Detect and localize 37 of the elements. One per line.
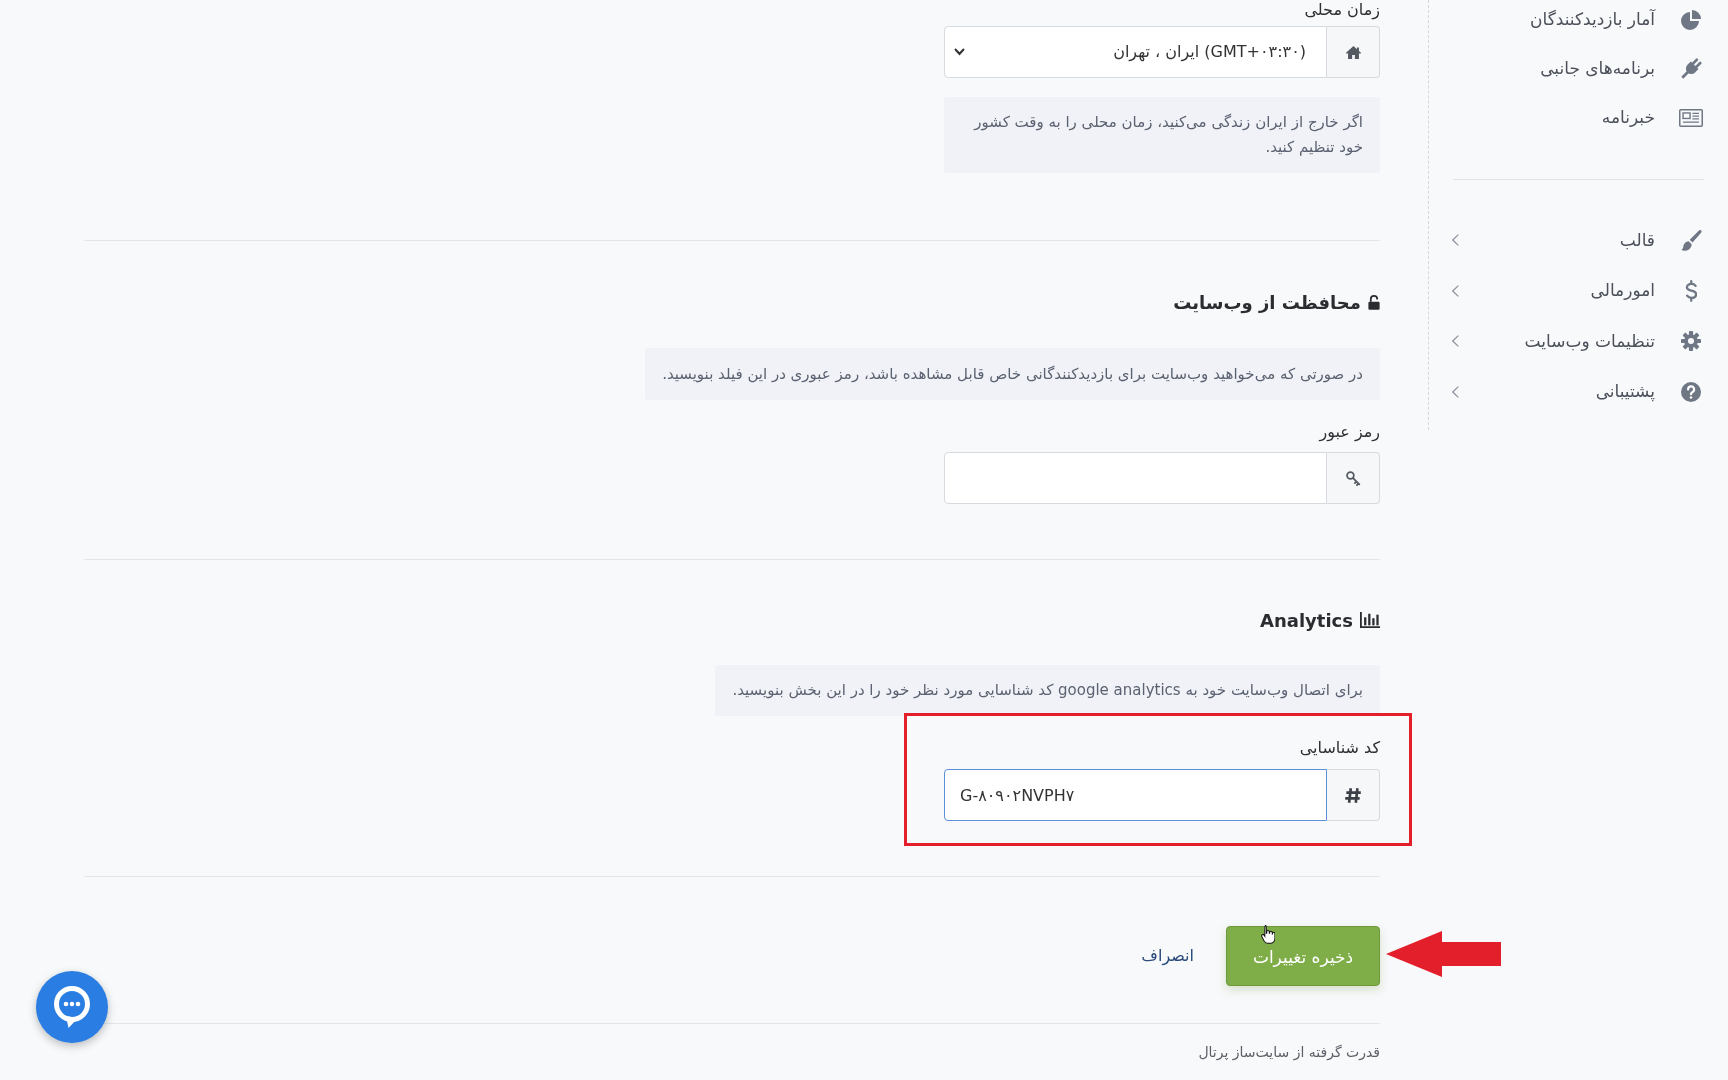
sidebar-item[interactable]: خبرنامه xyxy=(1429,93,1728,142)
bar-chart-icon xyxy=(1360,612,1380,628)
chat-button[interactable] xyxy=(36,971,108,1043)
chevron-down-icon xyxy=(954,48,965,56)
paintbrush-icon xyxy=(1680,229,1702,251)
dollar-sign-icon xyxy=(1685,279,1697,302)
chat-bubble-icon xyxy=(54,986,90,1028)
hand-cursor-icon xyxy=(1261,925,1275,944)
cancel-link[interactable]: انصراف xyxy=(1141,944,1194,968)
help-icon xyxy=(1681,381,1701,402)
pie-chart-icon xyxy=(1681,9,1701,30)
sidebar-item[interactable]: پشتیبانی xyxy=(1429,366,1728,417)
password-field[interactable] xyxy=(944,452,1327,504)
field-label: کد شناسایی xyxy=(1299,738,1380,758)
sidebar-item[interactable]: امورمالی xyxy=(1429,265,1728,316)
home-icon xyxy=(1345,45,1361,59)
help-note: در صورتی که می‌خواهید وب‌سایت برای بازدیدکنندگانی خاص قابل مشاهده باشد، رمز عبوری در این فیلد بنویسید. xyxy=(645,348,1380,400)
sidebar-item[interactable]: آمار بازدیدکنندگان xyxy=(1429,0,1728,44)
newspaper-icon xyxy=(1679,108,1703,127)
section-heading: محافظت از وب‌سایت xyxy=(1173,290,1361,316)
field-label: زمان محلی xyxy=(1304,0,1380,20)
plug-icon xyxy=(1680,58,1702,79)
help-note: برای اتصال وب‌سایت خود به google analytics کد شناسایی مورد نظر خود را در این بخش بنویسید. xyxy=(715,665,1380,716)
hashtag-icon xyxy=(1345,787,1361,803)
key-icon xyxy=(1345,470,1361,486)
sidebar-item[interactable]: برنامه‌های جانبی xyxy=(1429,44,1728,93)
help-note: اگر خارج از ایران زندگی می‌کنید، زمان محلی را به وقت کشور خود تنظیم کنید. xyxy=(944,97,1380,173)
timezone-select[interactable]: (GMT+۰۳:۳۰) ایران ، تهران xyxy=(944,26,1327,78)
tracking-id-field[interactable]: G-۸۰۹۰۲NVPH۷ xyxy=(944,769,1327,821)
sidebar-item[interactable]: تنظیمات وب‌سایت xyxy=(1429,316,1728,367)
sidebar-item[interactable]: قالب xyxy=(1429,215,1728,266)
unlocked-padlock-icon xyxy=(1368,294,1380,310)
section-heading: Analytics xyxy=(1260,608,1353,633)
arrow-icon xyxy=(1386,931,1501,977)
settings-icon xyxy=(1681,331,1701,352)
footer-credit: قدرت گرفته از سایت‌ساز پرتال xyxy=(1198,1043,1380,1062)
field-label: رمز عبور xyxy=(1319,422,1380,442)
